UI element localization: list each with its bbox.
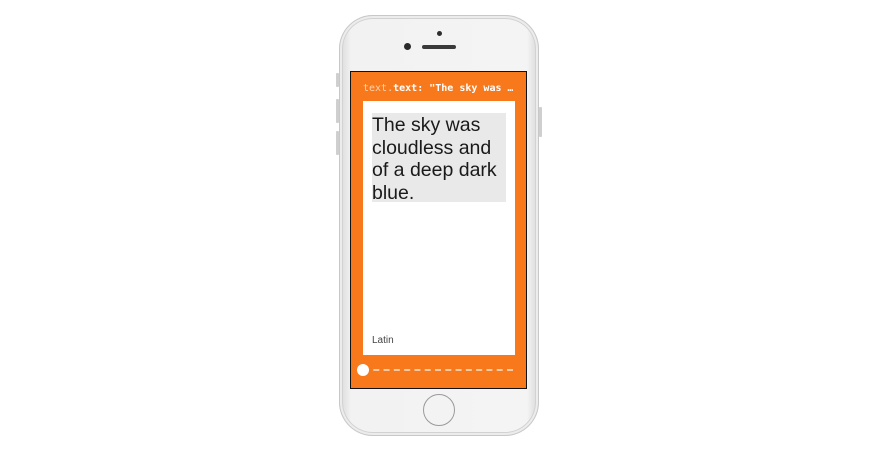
camera-icon	[404, 43, 411, 50]
text-content[interactable]: The sky was cloudless and of a deep dark…	[372, 113, 506, 202]
language-label: Latin	[372, 335, 394, 346]
page-slider[interactable]	[357, 363, 515, 377]
phone-screen: text.text: "The sky was … The sky was cl…	[350, 71, 527, 389]
volume-down-button	[336, 131, 339, 155]
slider-knob[interactable]	[357, 364, 369, 376]
home-button[interactable]	[423, 394, 455, 426]
phone-frame: text.text: "The sky was … The sky was cl…	[336, 15, 542, 436]
stage: text.text: "The sky was … The sky was cl…	[0, 0, 880, 460]
text-card[interactable]: The sky was cloudless and of a deep dark…	[363, 101, 515, 355]
code-label-prefix: text.	[363, 83, 394, 94]
volume-up-button	[336, 99, 339, 123]
slider-track[interactable]	[363, 369, 513, 371]
sensor-icon	[437, 31, 442, 36]
speaker-grille	[422, 45, 456, 49]
mute-switch	[336, 73, 339, 87]
code-label-main: text: "The sky was …	[393, 83, 513, 94]
power-button	[539, 107, 542, 137]
code-label: text.text: "The sky was …	[363, 83, 513, 94]
